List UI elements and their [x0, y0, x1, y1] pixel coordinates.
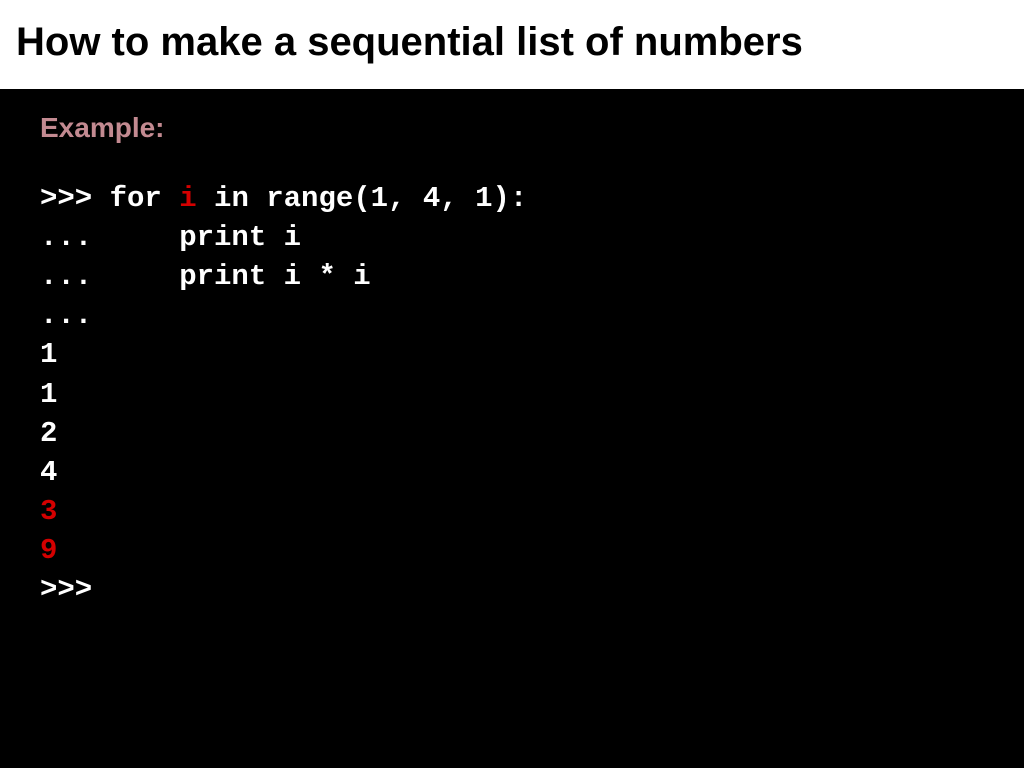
code-line-1: >>> for i in range(1, 4, 1): [40, 179, 984, 218]
output-line: 4 [40, 453, 984, 492]
example-label: Example: [40, 109, 984, 147]
slide-title: How to make a sequential list of numbers [16, 20, 1008, 65]
output-line: 1 [40, 335, 984, 374]
code-text: in range(1, 4, 1): [197, 182, 528, 215]
output-line-highlight: 9 [40, 531, 984, 570]
prompt-end: >>> [40, 570, 984, 609]
output-line-highlight: 3 [40, 492, 984, 531]
loop-variable: i [179, 182, 196, 215]
code-block: Example: >>> for i in range(1, 4, 1): ..… [0, 89, 1024, 629]
code-line-3: ... print i * i [40, 257, 984, 296]
code-text: >>> for [40, 182, 179, 215]
output-line: 2 [40, 414, 984, 453]
slide-header: How to make a sequential list of numbers [0, 0, 1024, 89]
code-line-2: ... print i [40, 218, 984, 257]
output-line: 1 [40, 375, 984, 414]
code-line-4: ... [40, 296, 984, 335]
